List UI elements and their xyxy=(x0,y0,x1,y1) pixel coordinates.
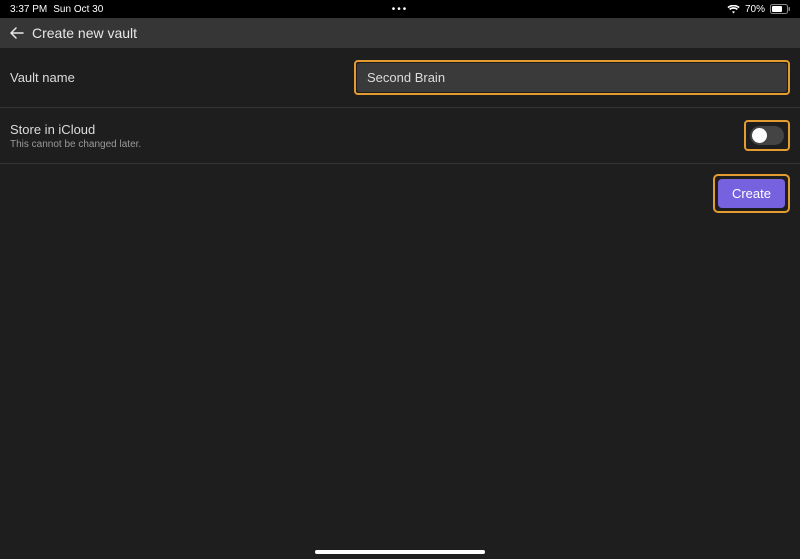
icloud-label: Store in iCloud xyxy=(10,122,141,137)
highlight-box: Create xyxy=(713,174,790,213)
vault-name-input[interactable] xyxy=(357,63,787,92)
wifi-icon xyxy=(727,5,740,14)
toggle-knob xyxy=(752,128,767,143)
form-content: Vault name Store in iCloud This cannot b… xyxy=(0,48,800,223)
icloud-toggle[interactable] xyxy=(750,126,784,145)
battery-icon xyxy=(770,4,790,14)
button-row: Create xyxy=(0,164,800,223)
icloud-row: Store in iCloud This cannot be changed l… xyxy=(0,108,800,164)
status-time: 3:37 PM xyxy=(10,4,47,15)
vault-name-row: Vault name xyxy=(0,48,800,108)
highlight-box xyxy=(744,120,790,151)
create-button[interactable]: Create xyxy=(718,179,785,208)
page-title: Create new vault xyxy=(32,25,137,41)
status-date: Sun Oct 30 xyxy=(53,4,103,15)
icloud-sublabel: This cannot be changed later. xyxy=(10,139,141,150)
nav-header: Create new vault xyxy=(0,18,800,48)
status-bar: 3:37 PM Sun Oct 30 ••• 70% xyxy=(0,0,800,18)
multitask-dots[interactable]: ••• xyxy=(392,4,409,15)
vault-name-label: Vault name xyxy=(10,70,75,85)
highlight-box xyxy=(354,60,790,95)
battery-percent: 70% xyxy=(745,4,765,15)
back-arrow-icon[interactable] xyxy=(10,26,24,40)
home-indicator[interactable] xyxy=(315,550,485,554)
